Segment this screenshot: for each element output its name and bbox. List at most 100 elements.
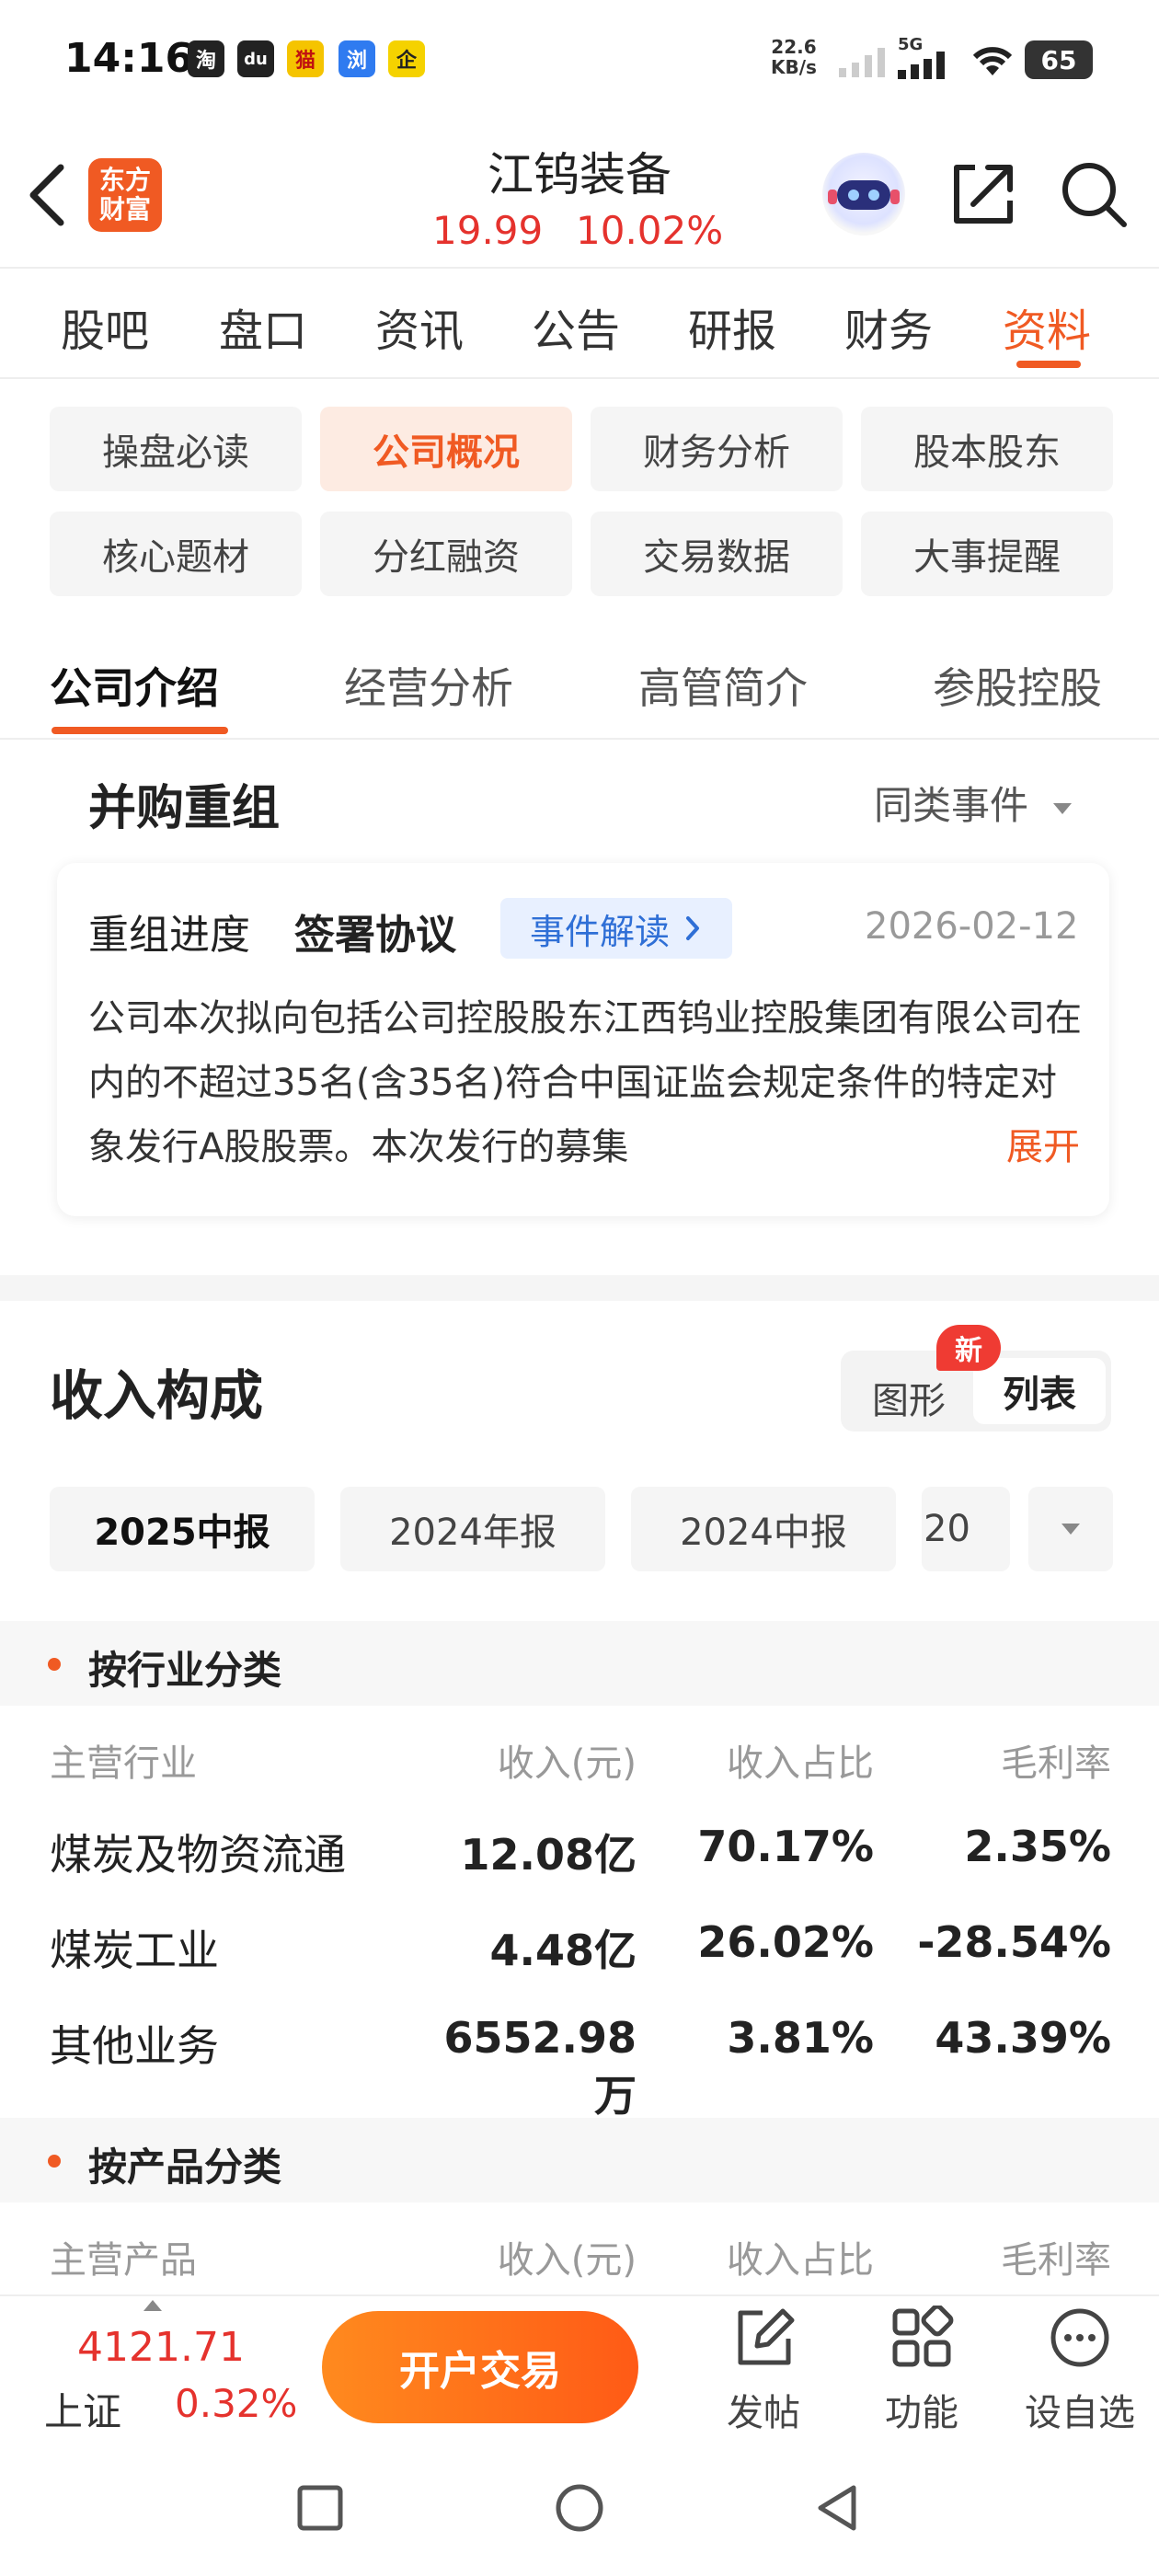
period-more-truncated[interactable]: 20 [922, 1487, 1010, 1571]
index-value[interactable]: 4121.71 [77, 2324, 245, 2371]
subtab-company-overview[interactable]: 公司概况 [320, 407, 572, 491]
col-main-product: 主营产品 [50, 2239, 197, 2282]
more-circle-icon [1050, 2308, 1109, 2367]
du-app-icon: du [237, 40, 274, 77]
caret-down-icon [1053, 802, 1073, 814]
index-change[interactable]: 0.32% [175, 2381, 297, 2426]
recent-apps-icon[interactable] [296, 2484, 344, 2532]
col-revenue: 收入(元) [497, 1742, 637, 1785]
tabs-divider [0, 377, 1159, 379]
back-arrow-icon[interactable] [26, 162, 70, 228]
stock-price: 19.99 [432, 208, 544, 253]
new-badge: 新 [936, 1325, 1001, 1371]
industry-section-header: 按行业分类 [0, 1621, 1159, 1706]
tab-research[interactable]: 研报 [688, 294, 776, 359]
battery-indicator: 65 [1025, 40, 1093, 79]
progress-value: 签署协议 [294, 912, 456, 959]
chevron-right-icon [686, 916, 699, 940]
subtab-financial-analysis[interactable]: 财务分析 [591, 407, 843, 491]
section-dot [48, 1658, 61, 1671]
row-revenue-share: 26.02% [697, 1917, 874, 1967]
period-2025-interim[interactable]: 2025中报 [50, 1487, 315, 1571]
period-dropdown-button[interactable] [1028, 1487, 1113, 1571]
stock-change-pct: 10.02% [576, 208, 724, 253]
period-2024-annual[interactable]: 2024年报 [340, 1487, 605, 1571]
browser-app-icon: 浏 [339, 40, 375, 77]
home-icon[interactable] [554, 2482, 605, 2534]
similar-events-dropdown[interactable]: 同类事件 [874, 775, 1073, 831]
section-gap [0, 1275, 1159, 1301]
toggle-list-view[interactable]: 列表 [973, 1358, 1106, 1424]
net-speed: 22.6 KB/s [771, 37, 817, 77]
row-gross-margin: 43.39% [935, 2013, 1111, 2063]
features-label: 功能 [885, 2392, 958, 2434]
tab-announcements[interactable]: 公告 [532, 294, 620, 359]
section-tab-holdings[interactable]: 参股控股 [933, 655, 1102, 716]
similar-events-label: 同类事件 [874, 783, 1029, 828]
row-revenue: 6552.98万 [443, 2013, 637, 2121]
merger-section-title: 并购重组 [88, 781, 281, 836]
open-account-trade-button[interactable]: 开户交易 [322, 2311, 638, 2423]
ai-assistant-icon[interactable] [822, 153, 905, 236]
section-tab-indicator [52, 727, 228, 734]
post-label: 发帖 [727, 2392, 800, 2434]
tab-active-indicator [1016, 361, 1081, 368]
period-2024-interim[interactable]: 2024中报 [631, 1487, 896, 1571]
maoyan-app-icon: 猫 [287, 40, 324, 77]
section-tab-business-analysis[interactable]: 经营分析 [344, 655, 513, 716]
tab-finance[interactable]: 财务 [844, 294, 933, 359]
section-tab-company-intro[interactable]: 公司介绍 [50, 655, 219, 716]
event-date: 2026-02-12 [865, 905, 1079, 948]
status-time: 14:16 [64, 35, 194, 82]
row-revenue: 12.08亿 [460, 1830, 637, 1880]
section-tab-executives[interactable]: 高管简介 [638, 655, 808, 716]
search-icon[interactable] [1056, 156, 1130, 230]
subtab-shareholders[interactable]: 股本股东 [861, 407, 1113, 491]
row-gross-margin: -28.54% [917, 1917, 1111, 1967]
toggle-chart-view[interactable]: 图形 [872, 1371, 946, 1424]
eastmoney-logo: 东方 财富 [88, 158, 162, 232]
col-gross-margin: 毛利率 [1001, 1742, 1111, 1785]
share-icon[interactable] [946, 156, 1019, 230]
caret-down-icon [1061, 1524, 1080, 1535]
grid-apps-icon [892, 2306, 954, 2367]
subtab-events-reminder[interactable]: 大事提醒 [861, 512, 1113, 596]
subtab-dividends-financing[interactable]: 分红融资 [320, 512, 572, 596]
subtab-trading-data[interactable]: 交易数据 [591, 512, 843, 596]
subtab-trading-guide[interactable]: 操盘必读 [50, 407, 302, 491]
taobao-app-icon: 淘 [188, 40, 224, 77]
tab-pankou[interactable]: 盘口 [219, 294, 307, 359]
product-section-label: 按产品分类 [88, 2145, 282, 2190]
net-speed-value: 22.6 [771, 36, 817, 58]
progress-label: 重组进度 [88, 912, 250, 959]
tab-profile[interactable]: 资料 [1003, 294, 1091, 359]
row-revenue-share: 3.81% [727, 2013, 874, 2063]
event-button-label: 事件解读 [529, 911, 670, 952]
wifi-icon [972, 47, 1013, 75]
edit-post-icon [738, 2308, 795, 2365]
row-industry-name: 煤炭及物资流通 [50, 1830, 346, 1880]
signal-strong-icon [898, 52, 945, 79]
section-dot [48, 2155, 61, 2168]
tab-news[interactable]: 资讯 [375, 294, 464, 359]
stock-name: 江钨装备 [488, 148, 671, 201]
expand-link[interactable]: 展开 [984, 1115, 1080, 1179]
post-button[interactable]: 发帖 [690, 2306, 837, 2434]
add-watchlist-button[interactable]: 设自选 [1006, 2306, 1153, 2434]
net-speed-unit: KB/s [771, 56, 817, 78]
tab-guba[interactable]: 股吧 [61, 294, 149, 359]
index-expand-arrow-icon[interactable] [143, 2300, 162, 2311]
row-industry-name: 煤炭工业 [50, 1926, 219, 1975]
subtab-core-themes[interactable]: 核心题材 [50, 512, 302, 596]
product-section-header: 按产品分类 [0, 2118, 1159, 2202]
col-revenue-share: 收入占比 [727, 2239, 874, 2282]
col-gross-margin: 毛利率 [1001, 2239, 1111, 2282]
back-nav-icon[interactable] [813, 2482, 861, 2534]
signal-weak-icon [839, 48, 885, 77]
index-name[interactable]: 上证 [44, 2381, 121, 2437]
event-interpretation-button[interactable]: 事件解读 [500, 898, 732, 959]
features-button[interactable]: 功能 [848, 2306, 995, 2434]
col-revenue-share: 收入占比 [727, 1742, 874, 1785]
system-nav-bar [0, 2442, 1159, 2576]
industry-section-label: 按行业分类 [88, 1648, 282, 1693]
